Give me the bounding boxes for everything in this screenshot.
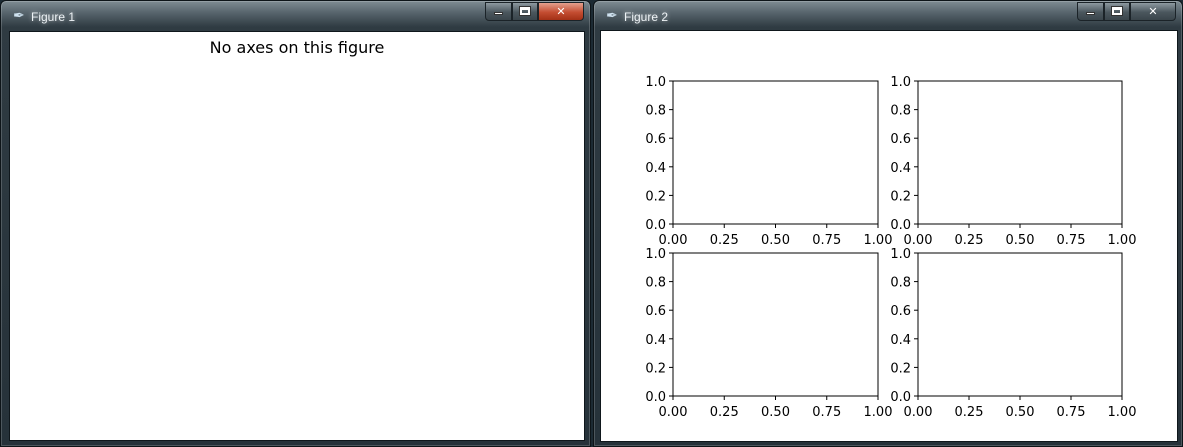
- feather-icon: ✒: [606, 8, 618, 24]
- title-bar[interactable]: ✒ Figure 2 ✕: [594, 1, 1182, 31]
- close-button[interactable]: ✕: [1130, 2, 1176, 21]
- close-button[interactable]: ✕: [538, 2, 584, 21]
- close-icon: ✕: [1148, 5, 1158, 18]
- minimize-icon: [494, 12, 503, 15]
- y-tick-label: 1.0: [890, 247, 911, 262]
- axes-frame: [672, 252, 879, 397]
- x-tick-label: 0.25: [955, 405, 984, 420]
- caption-buttons: ✕: [1077, 2, 1176, 22]
- x-tick-label: 1.00: [864, 405, 893, 420]
- maximize-button[interactable]: [512, 2, 538, 21]
- subplot-axes-2: 0.00 0.25 0.50 0.75 1.00 0.0 0.2 0.4 0.6 0.8 1.0: [890, 75, 1136, 248]
- y-tick-label: 1.0: [645, 247, 666, 262]
- y-tick-label: 0.0: [890, 390, 911, 405]
- axes-frame: [917, 252, 1123, 397]
- window-title: Figure 2: [624, 10, 669, 24]
- y-tick-label: 1.0: [890, 75, 911, 90]
- x-tick-label: 0.00: [659, 233, 688, 248]
- title-bar[interactable]: ✒ Figure 1 ✕: [1, 1, 590, 31]
- x-tick-label: 0.75: [1057, 233, 1086, 248]
- y-tick-label: 0.4: [645, 161, 666, 176]
- x-tick-label: 0.50: [1006, 233, 1035, 248]
- y-tick-label: 0.0: [645, 218, 666, 233]
- y-tick-label: 0.2: [890, 361, 911, 376]
- no-axes-message: No axes on this figure: [209, 38, 385, 57]
- maximize-icon: [519, 6, 531, 16]
- axes-frame: [672, 80, 879, 225]
- x-tick-label: 0.00: [904, 233, 933, 248]
- y-tick-label: 0.0: [890, 218, 911, 233]
- y-tick-label: 0.4: [890, 333, 911, 348]
- x-tick-label: 0.00: [904, 405, 933, 420]
- y-tick-label: 0.8: [890, 276, 911, 291]
- figure-canvas[interactable]: No axes on this figure: [9, 31, 585, 441]
- x-tick-label: 0.75: [812, 405, 841, 420]
- y-tick-label: 0.8: [645, 104, 666, 119]
- y-tick-label: 0.2: [645, 189, 666, 204]
- x-tick-label: 0.50: [761, 233, 790, 248]
- y-tick-label: 0.6: [890, 132, 911, 147]
- y-tick-label: 0.8: [890, 104, 911, 119]
- y-tick-label: 1.0: [645, 75, 666, 90]
- maximize-icon: [1111, 6, 1123, 16]
- figure-1-window: ✒ Figure 1 ✕ No axes on this figure: [0, 0, 591, 447]
- feather-icon: ✒: [13, 8, 25, 24]
- x-tick-label: 0.75: [812, 233, 841, 248]
- x-tick-label: 1.00: [864, 233, 893, 248]
- x-tick-label: 0.50: [1006, 405, 1035, 420]
- x-tick-label: 0.25: [710, 233, 739, 248]
- y-tick-label: 0.2: [890, 189, 911, 204]
- y-tick-label: 0.8: [645, 276, 666, 291]
- subplot-axes-1: 0.00 0.25 0.50 0.75 1.00 0.0 0.2 0.4 0.6 0.8 1.0: [645, 75, 892, 248]
- window-title: Figure 1: [31, 10, 76, 24]
- y-tick-label: 0.0: [645, 390, 666, 405]
- minimize-icon: [1086, 12, 1095, 15]
- y-tick-label: 0.6: [645, 132, 666, 147]
- minimize-button[interactable]: [1077, 2, 1104, 21]
- y-tick-label: 0.2: [645, 361, 666, 376]
- figure-canvas[interactable]: 0.00 0.25 0.50 0.75 1.00 0.0 0.2 0.4 0.6 0.8 1.0 0.…: [600, 30, 1178, 442]
- maximize-button[interactable]: [1104, 2, 1130, 21]
- x-tick-label: 0.25: [710, 405, 739, 420]
- subplot-axes-4: 0.00 0.25 0.50 0.75 1.00 0.0 0.2 0.4 0.6 0.8 1.0: [890, 247, 1136, 420]
- y-tick-label: 0.6: [645, 304, 666, 319]
- y-tick-label: 0.4: [890, 161, 911, 176]
- minimize-button[interactable]: [485, 2, 512, 21]
- x-tick-label: 1.00: [1108, 233, 1137, 248]
- caption-buttons: ✕: [485, 2, 584, 22]
- close-icon: ✕: [556, 5, 566, 18]
- x-tick-label: 1.00: [1108, 405, 1137, 420]
- x-tick-label: 0.00: [659, 405, 688, 420]
- subplot-axes-3: 0.00 0.25 0.50 0.75 1.00 0.0 0.2 0.4 0.6 0.8 1.0: [645, 247, 892, 420]
- y-tick-label: 0.4: [645, 333, 666, 348]
- x-tick-label: 0.25: [955, 233, 984, 248]
- figure-2-window: ✒ Figure 2 ✕ 0.00 0.25 0.50 0.75 1.00 0.0 0.2 0…: [593, 0, 1183, 447]
- y-tick-label: 0.6: [890, 304, 911, 319]
- axes-frame: [917, 80, 1123, 225]
- subplots-grid: 0.00 0.25 0.50 0.75 1.000.00.20.40.60.81.00.…: [645, 75, 1136, 420]
- x-tick-label: 0.75: [1057, 405, 1086, 420]
- x-tick-label: 0.50: [761, 405, 790, 420]
